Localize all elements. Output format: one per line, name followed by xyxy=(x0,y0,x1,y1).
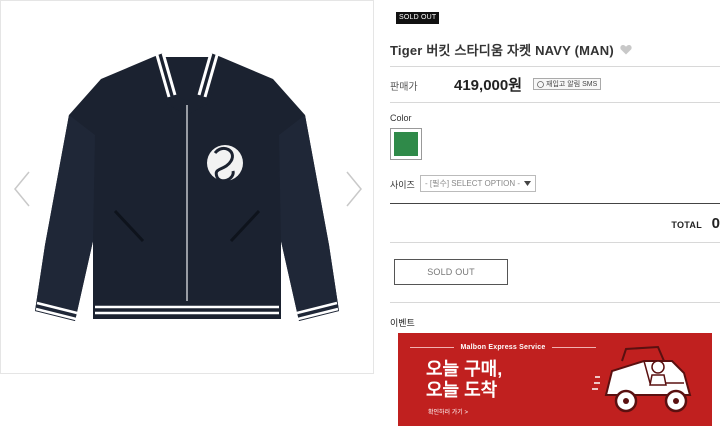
express-service-banner[interactable]: Malbon Express Service 오늘 구매, 오늘 도착 확인하러… xyxy=(398,333,712,426)
chevron-right-icon xyxy=(346,171,362,207)
product-info: SOLD OUT Tiger 버킷 스타디움 자켓 NAVY (MAN) 판매가… xyxy=(390,0,728,434)
product-image xyxy=(25,45,349,335)
size-select[interactable]: - [필수] SELECT OPTION - xyxy=(420,175,536,192)
divider xyxy=(390,102,720,103)
restock-alert-button[interactable]: 재입고 알림 SMS xyxy=(533,78,602,90)
size-select-value: - [필수] SELECT OPTION - xyxy=(425,179,521,188)
product-gallery xyxy=(0,0,374,374)
product-title: Tiger 버킷 스타디움 자켓 NAVY (MAN) xyxy=(390,43,614,58)
banner-headline: 오늘 구매, 오늘 도착 xyxy=(426,359,502,401)
caret-down-icon xyxy=(524,181,531,186)
price-label: 판매가 xyxy=(390,82,418,93)
banner-rule xyxy=(552,347,596,348)
divider xyxy=(390,242,720,243)
total-label: TOTAL xyxy=(671,220,702,230)
swatch-fill xyxy=(394,132,418,156)
total-value: 0 xyxy=(711,215,720,232)
bell-icon xyxy=(537,80,544,88)
color-label: Color xyxy=(390,113,412,123)
banner-headline-line-1: 오늘 구매, xyxy=(426,359,503,379)
sold-out-badge: SOLD OUT xyxy=(396,12,440,24)
size-label: 사이즈 xyxy=(390,180,415,190)
banner-link[interactable]: 확인하러 가기 > xyxy=(428,407,468,416)
product-title-row: Tiger 버킷 스타디움 자켓 NAVY (MAN) xyxy=(390,40,632,59)
heart-icon[interactable] xyxy=(620,44,632,55)
price-row: 판매가 419,000원 재입고 알림 SMS xyxy=(390,76,720,94)
color-swatch-green[interactable] xyxy=(390,128,422,160)
divider xyxy=(390,66,720,67)
event-label: 이벤트 xyxy=(390,318,415,328)
banner-headline-line-2: 오늘 도착 xyxy=(426,380,498,400)
price-value: 419,000원 xyxy=(454,77,523,94)
total-row: TOTAL 0 xyxy=(390,214,720,234)
golf-cart-illustration xyxy=(592,345,692,413)
gallery-next-button[interactable] xyxy=(343,169,365,209)
restock-alert-label: 재입고 알림 SMS xyxy=(546,81,598,88)
divider xyxy=(390,203,720,204)
divider xyxy=(390,302,720,303)
sold-out-button[interactable]: SOLD OUT xyxy=(394,259,508,285)
